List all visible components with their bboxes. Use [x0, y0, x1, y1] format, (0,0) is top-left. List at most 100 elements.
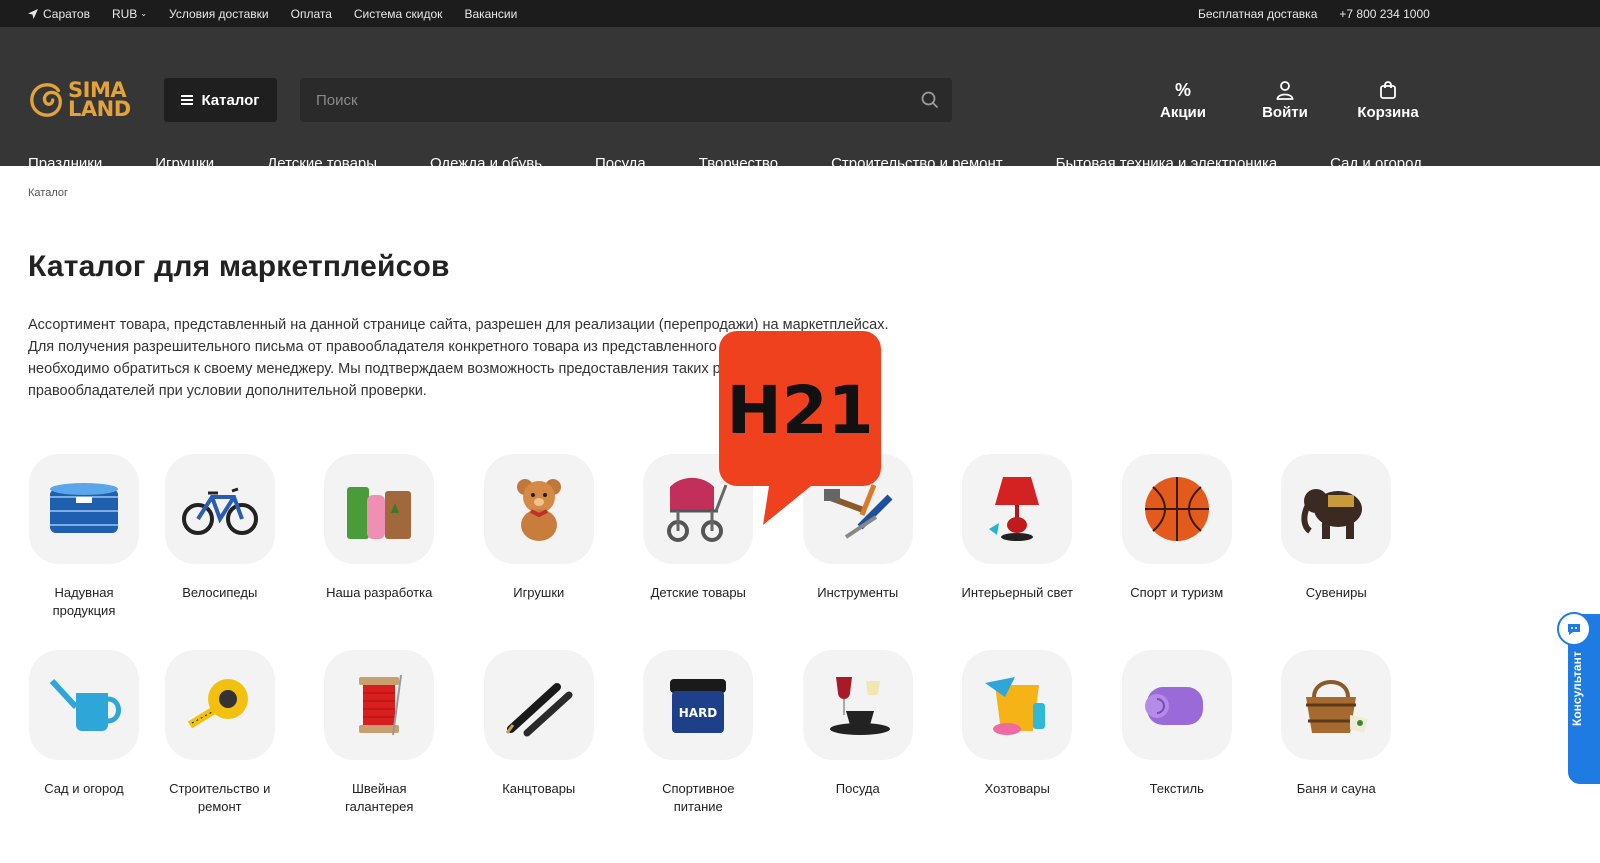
consultant-label: Консультант	[1570, 651, 1584, 726]
lamp-icon	[962, 454, 1073, 564]
category-name: Спорт и туризм	[1130, 585, 1224, 600]
link-delivery-terms[interactable]: Условия доставки	[169, 7, 269, 21]
link-discounts[interactable]: Система скидок	[354, 7, 443, 21]
category-name: Игрушки	[513, 585, 565, 600]
category-tile[interactable]: Хозтовары	[938, 650, 1098, 816]
watering-can-icon	[29, 650, 139, 760]
category-name: Баня и сауна	[1296, 781, 1376, 796]
category-tile[interactable]: Баня и сауна	[1257, 650, 1417, 816]
category-tile[interactable]: HARD Спортивное питание	[619, 650, 779, 816]
nav-item-holidays[interactable]: Праздники	[28, 155, 102, 172]
category-name: Текстиль	[1149, 781, 1204, 796]
category-nav: Праздники Игрушки Детские товары Одежда …	[0, 141, 1422, 185]
badge-text: H21	[726, 372, 873, 449]
chat-bubble-icon	[1557, 612, 1591, 646]
logo-line-2: LAND	[68, 97, 131, 121]
category-name: Велосипеды	[182, 585, 258, 600]
category-name: Сувениры	[1305, 585, 1367, 600]
category-name: Детские товары	[650, 585, 746, 600]
chevron-down-icon: ⌄	[140, 9, 148, 18]
sauna-bucket-icon	[1281, 650, 1392, 760]
thread-spool-icon	[324, 650, 435, 760]
logo[interactable]: SIMA LAND	[28, 77, 136, 123]
category-name: Спортивное питание	[662, 781, 735, 814]
category-name: Интерьерный свет	[961, 585, 1073, 600]
category-name: Хозтовары	[984, 781, 1050, 796]
pen-icon	[483, 650, 594, 760]
bucket-icon	[962, 650, 1073, 760]
category-row: Сад и огород Строительство и ремонт Швей…	[28, 650, 1428, 816]
category-name: Швейная галантерея	[345, 781, 414, 814]
category-name: Посуда	[835, 781, 880, 796]
logo-mark-icon	[30, 83, 62, 117]
h21-badge: H21	[719, 331, 881, 525]
city-label: Саратов	[43, 6, 90, 21]
tape-measure-icon	[164, 650, 275, 760]
location-arrow-icon	[28, 8, 38, 19]
login-label: Войти	[1262, 104, 1308, 121]
percent-icon: %	[1174, 79, 1191, 100]
nav-item-kids[interactable]: Детские товары	[267, 155, 377, 172]
dishes-icon	[802, 650, 913, 760]
towel-icon	[1121, 650, 1232, 760]
promo-label: Акции	[1159, 104, 1206, 121]
breadcrumb[interactable]: Каталог	[28, 187, 68, 199]
currency-label: RUB	[111, 6, 138, 21]
search-input[interactable]	[300, 78, 908, 122]
teddy-bear-icon	[483, 454, 594, 564]
pool-icon	[29, 454, 139, 564]
bicycle-icon	[164, 454, 275, 564]
search-icon[interactable]	[908, 78, 952, 122]
shopping-bag-icon	[1378, 79, 1398, 101]
category-tile[interactable]: Сувениры	[1257, 454, 1417, 620]
top-bar-right: Бесплатная доставка +7 800 234 1000	[1198, 0, 1430, 27]
category-tile[interactable]: Спорт и туризм	[1097, 454, 1257, 620]
category-tile[interactable]: Сад и огород	[28, 650, 140, 816]
nav-item-garden[interactable]: Сад и огород	[1330, 155, 1422, 172]
catalog-button-label: Каталог	[201, 91, 260, 109]
city-selector[interactable]: Саратов	[28, 7, 90, 21]
link-payment[interactable]: Оплата	[291, 7, 332, 21]
category-tile[interactable]: Строительство и ремонт	[140, 650, 300, 816]
top-bar: Саратов RUB ⌄ Условия доставки Оплата Си…	[0, 0, 1600, 27]
nav-item-dishes[interactable]: Посуда	[595, 155, 646, 172]
user-icon	[1275, 79, 1295, 101]
category-name: Канцтовары	[502, 781, 576, 796]
svg-text:HARD: HARD	[679, 706, 718, 720]
category-tile[interactable]: Велосипеды	[140, 454, 300, 620]
category-tile[interactable]: Надувная продукция	[28, 454, 140, 620]
category-tile[interactable]: Канцтовары	[459, 650, 619, 816]
basketball-icon	[1121, 454, 1232, 564]
category-name: Инструменты	[817, 585, 899, 600]
category-tile[interactable]: Игрушки	[459, 454, 619, 620]
phone-link[interactable]: +7 800 234 1000	[1339, 7, 1429, 21]
consultant-tab[interactable]: Консультант	[1557, 612, 1600, 784]
category-tile[interactable]: Интерьерный свет	[938, 454, 1098, 620]
nav-item-clothing[interactable]: Одежда и обувь	[430, 155, 542, 172]
login-button[interactable]: Войти	[1250, 79, 1320, 123]
promo-button[interactable]: % Акции	[1148, 79, 1218, 123]
currency-selector[interactable]: RUB ⌄	[112, 7, 147, 21]
nav-item-creativity[interactable]: Творчество	[699, 155, 778, 172]
protein-jar-icon: HARD	[643, 650, 754, 760]
category-name: Надувная продукция	[52, 585, 116, 618]
category-tile[interactable]: Посуда	[778, 650, 938, 816]
link-free-delivery[interactable]: Бесплатная доставка	[1198, 7, 1317, 21]
link-vacancies[interactable]: Вакансии	[464, 7, 517, 21]
category-tile[interactable]: Швейная галантерея	[300, 650, 460, 816]
category-name: Наша разработка	[326, 585, 433, 600]
top-bar-left: Саратов RUB ⌄ Условия доставки Оплата Си…	[28, 7, 517, 21]
category-tile[interactable]: Текстиль	[1097, 650, 1257, 816]
nav-item-construction[interactable]: Строительство и ремонт	[831, 155, 1003, 172]
category-tile[interactable]: Наша разработка	[300, 454, 460, 620]
cart-label: Корзина	[1357, 104, 1419, 121]
nav-item-electronics[interactable]: Бытовая техника и электроника	[1056, 155, 1278, 172]
catalog-button[interactable]: Каталог	[164, 78, 277, 122]
cart-button[interactable]: Корзина	[1353, 79, 1423, 123]
products-icon	[324, 454, 435, 564]
category-name: Строительство и ремонт	[169, 781, 271, 814]
elephant-icon	[1281, 454, 1392, 564]
category-name: Сад и огород	[44, 781, 124, 796]
header: SIMA LAND Каталог % Акции Войти Корзина …	[0, 27, 1600, 172]
nav-item-toys[interactable]: Игрушки	[155, 155, 214, 172]
